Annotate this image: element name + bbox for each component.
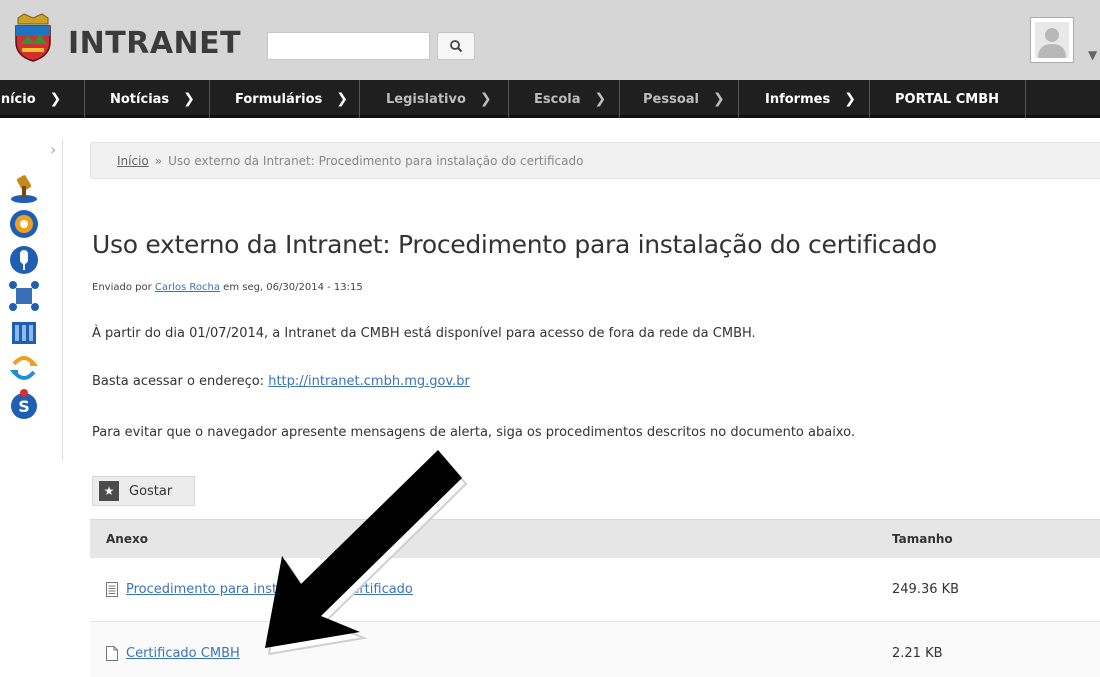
like-button[interactable]: ★ Gostar <box>92 476 195 506</box>
like-label: Gostar <box>129 483 173 499</box>
chevron-right-icon: ❯ <box>336 91 348 107</box>
table-row: Procedimento para instalação do certific… <box>90 557 1100 621</box>
gavel-icon[interactable] <box>8 172 40 204</box>
table-row: Certificado CMBH 2.21 KB <box>90 621 1100 677</box>
submitted-info: Enviado por Carlos Rocha em seg, 06/30/2… <box>92 282 363 293</box>
nav-item-legislativo[interactable]: Legislativo ❯ <box>361 80 509 118</box>
sidebar-expand-icon[interactable]: › <box>50 140 56 159</box>
author-link[interactable]: Carlos Rocha <box>155 282 220 293</box>
attachment-size: 249.36 KB <box>892 582 960 597</box>
s-logo-icon[interactable]: S <box>8 388 40 420</box>
attachments-table: Anexo Tamanho Procedimento para instalaç… <box>90 519 1100 677</box>
chevron-right-icon: ❯ <box>49 91 62 107</box>
chevron-right-icon: ❯ <box>844 91 856 107</box>
table-header: Anexo Tamanho <box>90 519 1100 557</box>
breadcrumb-separator: » <box>154 153 163 168</box>
user-menu-caret-icon[interactable]: ▼ <box>1088 48 1097 62</box>
nav-item-pessoal[interactable]: Pessoal ❯ <box>621 80 739 118</box>
article-paragraph-2: Basta acessar o endereço: http://intrane… <box>92 374 470 389</box>
breadcrumb-current: Uso externo da Intranet: Procedimento pa… <box>168 153 584 168</box>
article-paragraph-1: À partir do dia 01/07/2014, a Intranet d… <box>92 326 756 341</box>
document-icon <box>106 582 118 597</box>
chevron-right-icon: ❯ <box>712 91 725 107</box>
microphone-icon[interactable] <box>8 244 40 276</box>
column-header-anexo[interactable]: Anexo <box>90 532 890 546</box>
search-icon <box>450 40 463 53</box>
chevron-right-icon: ❯ <box>479 91 492 107</box>
search-button[interactable] <box>437 32 475 60</box>
page-title: Uso externo da Intranet: Procedimento pa… <box>92 230 937 259</box>
breadcrumb: Início » Uso externo da Intranet: Proced… <box>90 142 1100 179</box>
user-avatar[interactable] <box>1030 17 1074 63</box>
article-paragraph-3: Para evitar que o navegador apresente me… <box>92 425 855 440</box>
site-header: INTRANET ▼ <box>0 0 1100 80</box>
intranet-url-link[interactable]: http://intranet.cmbh.mg.gov.br <box>268 374 470 389</box>
site-brand: INTRANET <box>68 26 242 61</box>
sidebar-divider <box>62 140 63 460</box>
network-icon[interactable] <box>8 280 40 312</box>
breadcrumb-home-link[interactable]: Início <box>117 154 149 168</box>
nav-item-inicio[interactable]: Início ❯ <box>0 80 85 118</box>
column-header-tamanho[interactable]: Tamanho <box>890 532 1100 546</box>
attachment-link[interactable]: Certificado CMBH <box>126 646 240 661</box>
nav-item-escola[interactable]: Escola ❯ <box>510 80 620 118</box>
star-icon: ★ <box>99 481 119 501</box>
nav-item-informes[interactable]: Informes ❯ <box>740 80 870 118</box>
nav-item-formularios[interactable]: Formulários ❯ <box>211 80 360 118</box>
attachment-link[interactable]: Procedimento para instalação do certific… <box>126 582 413 597</box>
chevron-right-icon: ❯ <box>183 91 195 107</box>
coat-of-arms-logo-icon[interactable] <box>12 12 54 62</box>
chevron-right-icon: ❯ <box>594 91 607 107</box>
user-avatar-icon <box>1035 22 1069 58</box>
main-nav: Início ❯ Notícias ❯ Formulários ❯ Legisl… <box>0 80 1100 118</box>
svg-text:S: S <box>18 397 30 416</box>
nav-item-portal-cmbh[interactable]: PORTAL CMBH <box>871 80 1026 118</box>
file-icon <box>106 646 118 661</box>
nav-item-noticias[interactable]: Notícias ❯ <box>86 80 210 118</box>
library-icon[interactable] <box>8 316 40 348</box>
attachment-size: 2.21 KB <box>892 646 943 661</box>
search-input[interactable] <box>267 32 430 60</box>
orange-globe-icon[interactable] <box>8 208 40 240</box>
sync-arrows-icon[interactable] <box>8 352 40 384</box>
